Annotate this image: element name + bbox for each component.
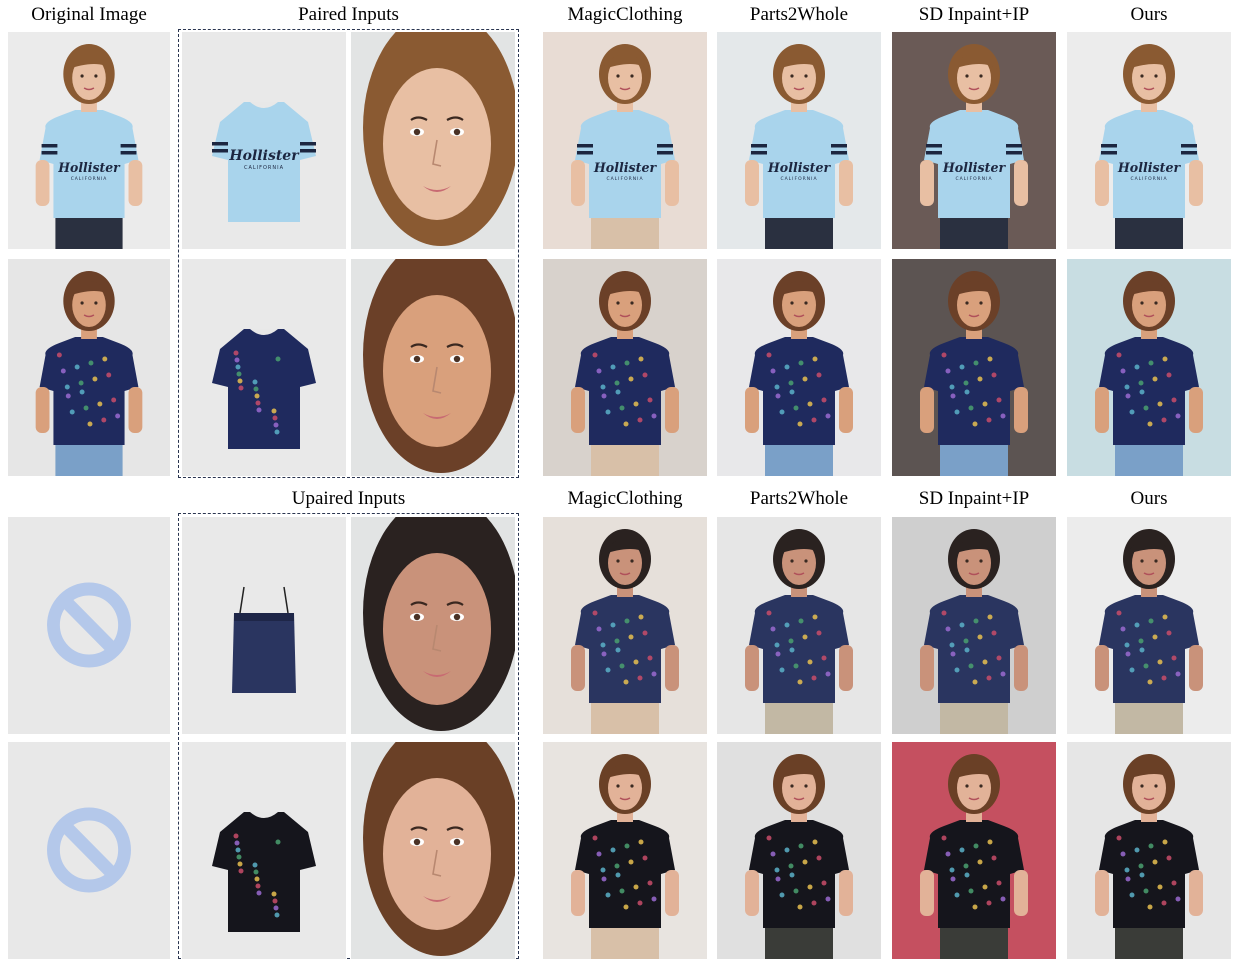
- garment-input-1: Hollister CALIFORNIA: [182, 32, 346, 249]
- shirt-print-text: Hollister: [228, 148, 300, 164]
- header-magicclothing-top: MagicClothing: [567, 4, 683, 25]
- sd-result-4: [892, 742, 1056, 959]
- shirt-print-text: Hollister: [593, 160, 658, 175]
- parts-result-1: Hollister CALIFORNIA: [717, 32, 881, 249]
- shirt-print-subtext: CALIFORNIA: [955, 176, 992, 182]
- header-unpaired-inputs: Upaired Inputs: [291, 488, 406, 509]
- header-sd-inpaint-ip-bottom: SD Inpaint+IP: [918, 488, 1030, 509]
- original-image-1: Hollister CALIFORNIA: [8, 32, 170, 249]
- shirt-print-subtext: CALIFORNIA: [244, 165, 284, 171]
- shirt-print-subtext: CALIFORNIA: [606, 176, 643, 182]
- shirt-print-text: Hollister: [1117, 160, 1182, 175]
- shirt-print-text: Hollister: [942, 160, 1007, 175]
- header-sd-inpaint-ip-top: SD Inpaint+IP: [918, 4, 1030, 25]
- header-magicclothing-bottom: MagicClothing: [567, 488, 683, 509]
- ours-result-2: [1067, 259, 1231, 476]
- parts-result-3: [717, 517, 881, 734]
- original-image-2: [8, 259, 170, 476]
- parts-result-4: [717, 742, 881, 959]
- ours-result-1: Hollister CALIFORNIA: [1067, 32, 1231, 249]
- ours-result-3: [1067, 517, 1231, 734]
- magic-result-2: [543, 259, 707, 476]
- shirt-print-text: Hollister: [57, 160, 121, 175]
- header-ours-bottom: Ours: [1130, 488, 1168, 509]
- sd-result-3: [892, 517, 1056, 734]
- sd-result-2: [892, 259, 1056, 476]
- face-input-4: [351, 742, 515, 959]
- header-paired-inputs: Paired Inputs: [298, 4, 399, 25]
- shirt-print-text: Hollister: [767, 160, 832, 175]
- shirt-print-subtext: CALIFORNIA: [780, 176, 817, 182]
- original-image-3: [8, 517, 170, 734]
- original-image-4: [8, 742, 170, 959]
- garment-input-2: [182, 259, 346, 476]
- header-parts2whole-bottom: Parts2Whole: [749, 488, 849, 509]
- header-ours-top: Ours: [1130, 4, 1168, 25]
- ours-result-4: [1067, 742, 1231, 959]
- garment-input-4: [182, 742, 346, 959]
- garment-input-3: [182, 517, 346, 734]
- face-input-1: [351, 32, 515, 249]
- magic-result-1: Hollister CALIFORNIA: [543, 32, 707, 249]
- magic-result-4: [543, 742, 707, 959]
- parts-result-2: [717, 259, 881, 476]
- shirt-print-subtext: CALIFORNIA: [1130, 176, 1167, 182]
- face-input-3: [351, 517, 515, 734]
- sd-result-1: Hollister CALIFORNIA: [892, 32, 1056, 249]
- header-original-image: Original Image: [31, 4, 147, 25]
- shirt-print-subtext: CALIFORNIA: [71, 176, 108, 182]
- header-parts2whole-top: Parts2Whole: [749, 4, 849, 25]
- magic-result-3: [543, 517, 707, 734]
- face-input-2: [351, 259, 515, 476]
